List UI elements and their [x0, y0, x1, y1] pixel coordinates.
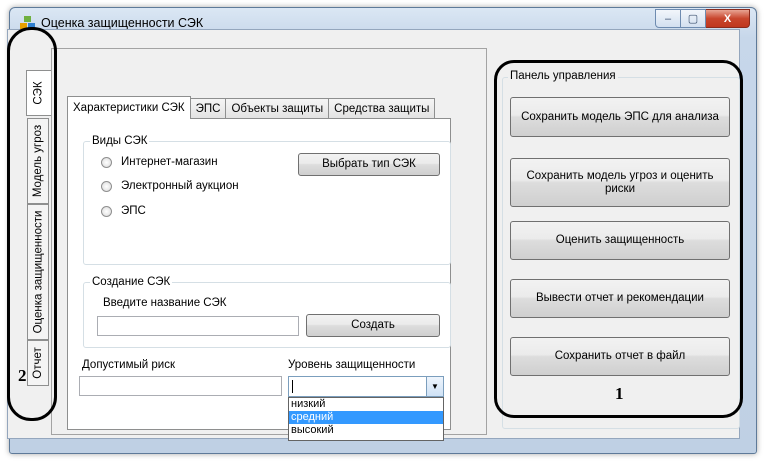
radio-label: Электронный аукцион: [121, 180, 239, 192]
create-group: Создание СЭК: [83, 276, 451, 348]
radio-electronic-auction[interactable]: Электронный аукцион: [101, 180, 239, 192]
annotation-marker-1: 1: [615, 384, 624, 403]
security-level-options: низкий средний высокий: [288, 397, 444, 441]
radio-label: Интернет-магазин: [121, 156, 218, 168]
security-level-combo[interactable]: ▼: [288, 376, 444, 397]
tab-protected-objects[interactable]: Объекты защиты: [225, 98, 330, 118]
option-medium[interactable]: средний: [289, 411, 443, 424]
close-button[interactable]: X: [706, 9, 750, 28]
create-group-legend: Создание СЭК: [92, 276, 171, 288]
window-title: Оценка защищенности СЭК: [41, 16, 204, 30]
create-button[interactable]: Создать: [306, 314, 440, 337]
option-high[interactable]: высокий: [289, 424, 443, 437]
annotation-oval-1: [494, 60, 743, 418]
tab-strip: Характеристики СЭК ЭПС Объекты защиты Ср…: [67, 96, 436, 119]
risk-label: Допустимый риск: [82, 359, 175, 371]
text-caret: [292, 380, 293, 393]
dropdown-arrow-icon[interactable]: ▼: [426, 377, 443, 396]
tab-characteristics[interactable]: Характеристики СЭК: [67, 96, 191, 119]
security-level-label: Уровень защищенности: [288, 359, 416, 371]
radio-eps[interactable]: ЭПС: [101, 205, 146, 217]
types-group-legend: Виды СЭК: [92, 135, 148, 147]
annotation-marker-2: 2: [18, 366, 27, 385]
maximize-button[interactable]: ▢: [681, 9, 706, 28]
tab-protection-means[interactable]: Средства защиты: [328, 98, 436, 118]
radio-circle[interactable]: [101, 205, 112, 217]
annotation-oval-2: [7, 27, 57, 421]
select-type-button[interactable]: Выбрать тип СЭК: [298, 153, 440, 176]
radio-internet-shop[interactable]: Интернет-магазин: [101, 156, 218, 168]
sek-name-input[interactable]: [97, 316, 299, 336]
risk-input[interactable]: [79, 376, 282, 396]
radio-label: ЭПС: [121, 205, 146, 217]
radio-circle[interactable]: [101, 180, 112, 192]
radio-circle[interactable]: [101, 156, 112, 168]
name-label: Введите название СЭК: [103, 297, 227, 309]
option-low[interactable]: низкий: [289, 398, 443, 411]
tab-eps[interactable]: ЭПС: [189, 98, 227, 118]
minimize-button[interactable]: ‒: [655, 9, 681, 28]
